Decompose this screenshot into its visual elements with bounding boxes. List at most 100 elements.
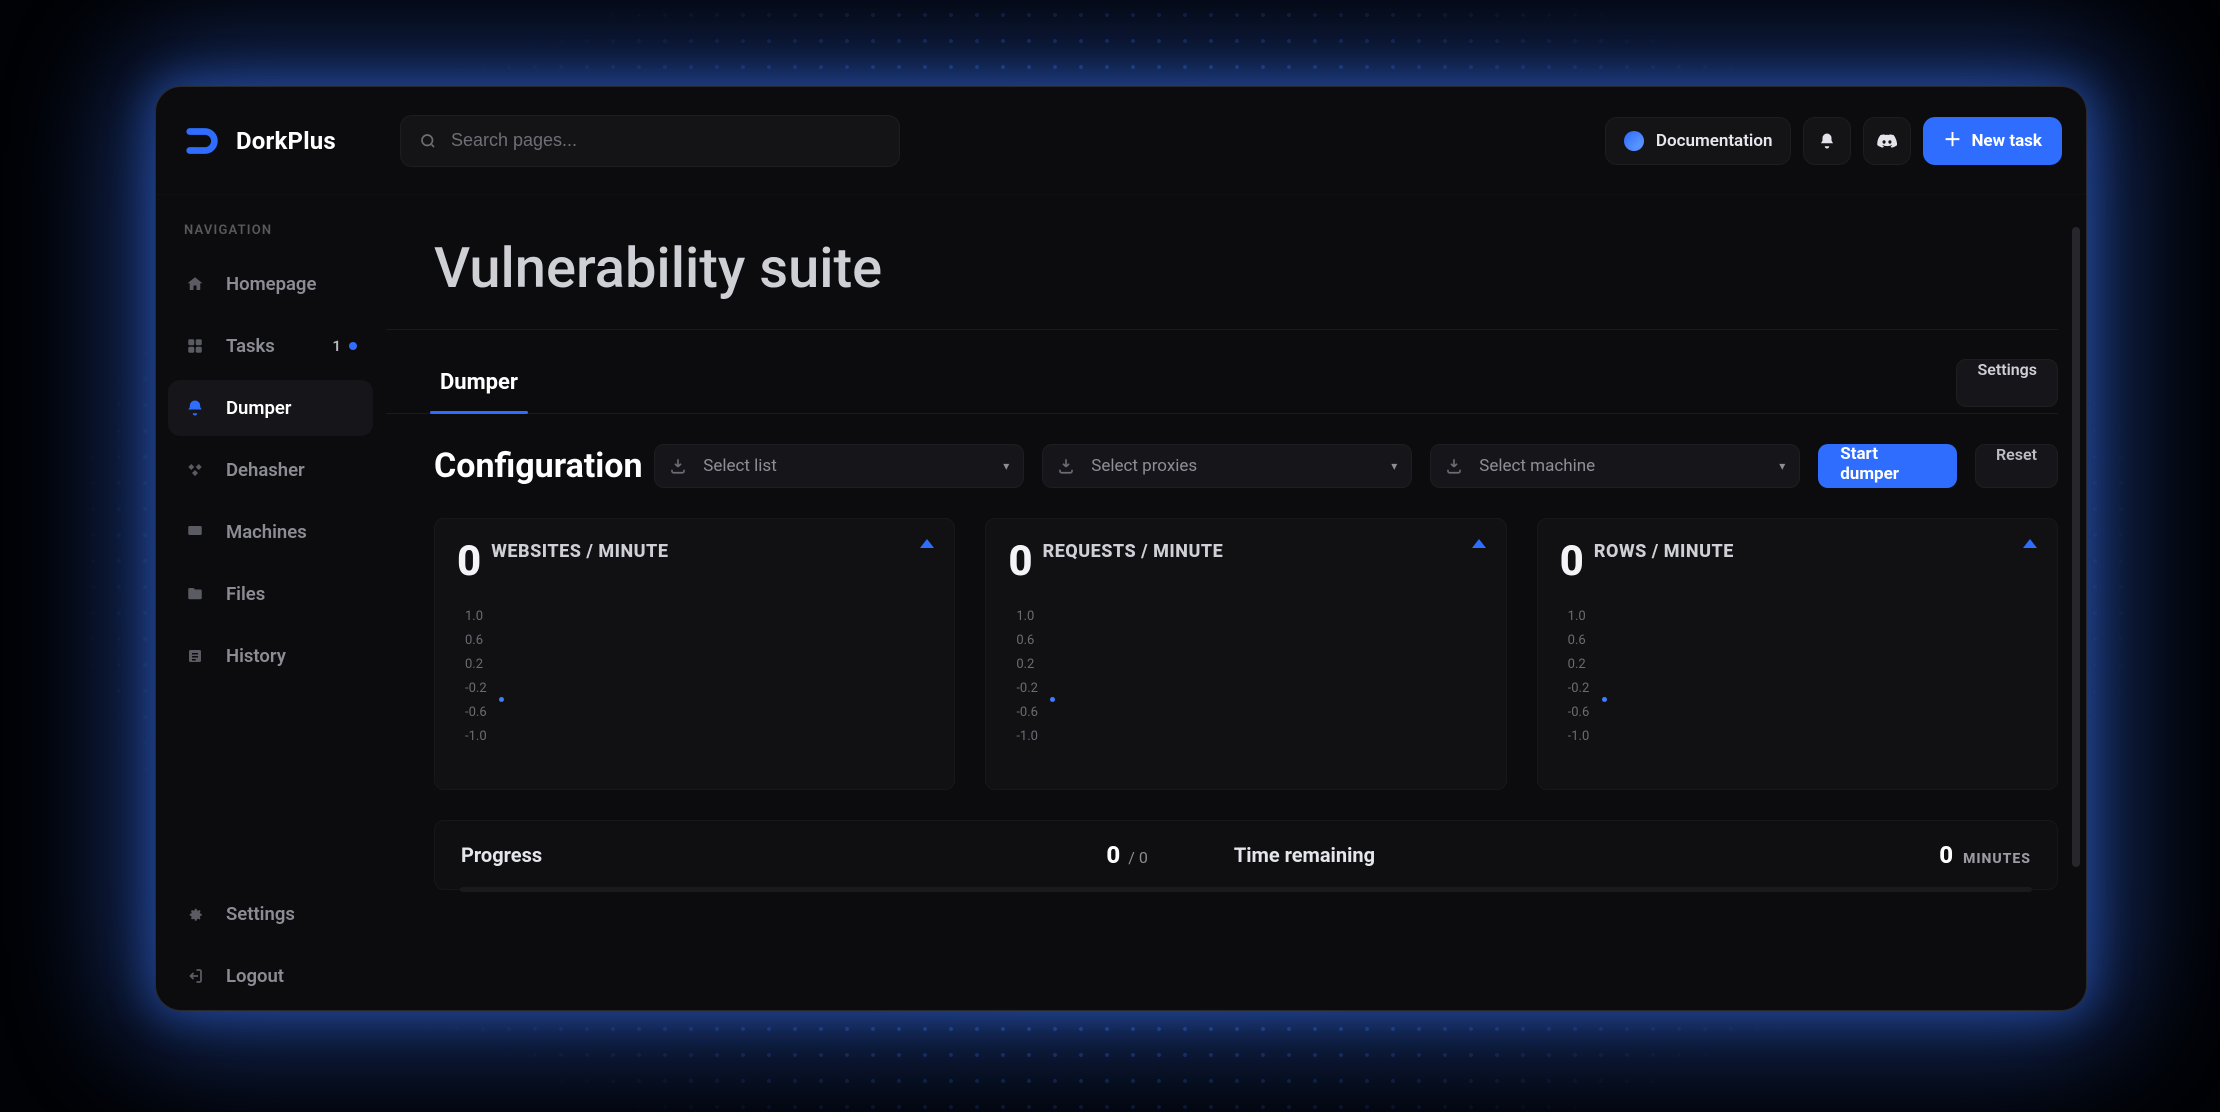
grid-icon	[184, 337, 206, 355]
discord-icon	[1877, 133, 1897, 149]
chevron-down-icon: ▾	[1003, 459, 1009, 473]
scrollbar-thumb[interactable]	[2072, 227, 2080, 867]
progress-panel: Progress 0 / 0 Time remaining 0 MINUTES	[434, 820, 2058, 890]
metric-cards: 0 WEBSITES / MINUTE 1.0 0.6 0.2 -0.2 -0.…	[434, 518, 2058, 790]
documentation-button[interactable]: Documentation	[1605, 117, 1792, 165]
gear-icon	[184, 905, 206, 923]
select-machine-dropdown[interactable]: Select machine ▾	[1430, 444, 1800, 488]
sidebar-item-label: Homepage	[226, 273, 316, 295]
configuration-title: Configuration	[434, 446, 630, 486]
reset-label: Reset	[1996, 445, 2037, 464]
sidebar: NAVIGATION Homepage Tasks	[156, 195, 386, 1010]
axis-tick: -1.0	[1016, 729, 1483, 745]
configuration-row: Configuration Select list ▾ Select proxi…	[434, 444, 2058, 488]
metric-value: 0	[457, 541, 481, 583]
axis-tick: -0.6	[1568, 705, 2035, 721]
y-axis-ticks: 1.0 0.6 0.2 -0.2 -0.6 -1.0	[1560, 609, 2035, 745]
divider	[386, 413, 2058, 414]
card-rows-per-minute: 0 ROWS / MINUTE 1.0 0.6 0.2 -0.2 -0.6 -1…	[1537, 518, 2058, 790]
notifications-button[interactable]	[1803, 117, 1851, 165]
documentation-label: Documentation	[1656, 131, 1773, 151]
bell-icon	[1818, 132, 1836, 150]
sidebar-item-machines[interactable]: Machines	[168, 504, 373, 560]
data-point-icon	[499, 697, 504, 702]
select-machine-label: Select machine	[1479, 456, 1595, 476]
start-dumper-button[interactable]: Start dumper	[1818, 444, 1957, 488]
sidebar-item-label: History	[226, 645, 286, 667]
sidebar-item-label: Dumper	[226, 397, 291, 419]
topbar-actions: Documentation ＋ New task	[1605, 117, 2062, 165]
sidebar-section-label: NAVIGATION	[156, 217, 385, 256]
select-proxies-label: Select proxies	[1091, 456, 1197, 476]
page-title: Vulnerability suite	[434, 217, 2058, 329]
metric-label: REQUESTS / MINUTE	[1043, 541, 1224, 562]
tabbar: Dumper Settings	[434, 352, 2058, 413]
home-icon	[184, 275, 206, 293]
sidebar-item-homepage[interactable]: Homepage	[168, 256, 373, 312]
new-task-button[interactable]: ＋ New task	[1923, 117, 2062, 165]
folder-icon	[184, 585, 206, 603]
y-axis-ticks: 1.0 0.6 0.2 -0.2 -0.6 -1.0	[457, 609, 932, 745]
tasks-badge: 1	[332, 337, 357, 355]
settings-button[interactable]: Settings	[1956, 359, 2058, 407]
sidebar-item-dumper[interactable]: Dumper	[168, 380, 373, 436]
metric-value: 0	[1560, 541, 1584, 583]
tasks-count: 1	[332, 337, 341, 355]
chevron-down-icon: ▾	[1391, 459, 1397, 473]
sidebar-item-files[interactable]: Files	[168, 566, 373, 622]
search-icon	[419, 132, 437, 150]
select-proxies-dropdown[interactable]: Select proxies ▾	[1042, 444, 1412, 488]
sidebar-item-settings[interactable]: Settings	[168, 886, 373, 942]
hash-icon	[184, 461, 206, 479]
progress-value: 0 / 0	[1106, 841, 1147, 869]
divider	[386, 329, 2058, 330]
brand-name: DorkPlus	[236, 127, 336, 155]
download-icon	[1445, 457, 1463, 475]
settings-label: Settings	[1977, 360, 2037, 379]
progress-total: / 0	[1128, 848, 1148, 867]
monitor-icon	[184, 523, 206, 541]
sidebar-item-history[interactable]: History	[168, 628, 373, 684]
progress-bar	[460, 887, 2032, 892]
axis-tick: -1.0	[465, 729, 932, 745]
sidebar-item-dehasher[interactable]: Dehasher	[168, 442, 373, 498]
axis-tick: -0.6	[1016, 705, 1483, 721]
discord-button[interactable]	[1863, 117, 1911, 165]
triangle-up-icon	[920, 539, 934, 548]
y-axis-ticks: 1.0 0.6 0.2 -0.2 -0.6 -1.0	[1008, 609, 1483, 745]
select-list-dropdown[interactable]: Select list ▾	[654, 444, 1024, 488]
select-list-label: Select list	[703, 456, 777, 476]
axis-tick: -0.2	[1568, 681, 2035, 697]
axis-tick: 1.0	[1568, 609, 2035, 625]
brand-logo-icon	[184, 122, 222, 160]
tab-dumper[interactable]: Dumper	[434, 352, 524, 413]
sidebar-item-label: Dehasher	[226, 459, 305, 481]
metric-label: WEBSITES / MINUTE	[491, 541, 668, 562]
reset-button[interactable]: Reset	[1975, 444, 2058, 488]
axis-tick: 0.2	[1568, 657, 2035, 673]
search-input[interactable]	[451, 130, 881, 151]
card-requests-per-minute: 0 REQUESTS / MINUTE 1.0 0.6 0.2 -0.2 -0.…	[985, 518, 1506, 790]
metric-value: 0	[1008, 541, 1032, 583]
progress-label: Progress	[461, 843, 542, 867]
start-dumper-label: Start dumper	[1840, 444, 1899, 484]
sidebar-item-label: Machines	[226, 521, 307, 543]
triangle-up-icon	[2023, 539, 2037, 548]
axis-tick: -1.0	[1568, 729, 2035, 745]
brand: DorkPlus	[184, 122, 336, 160]
axis-tick: 1.0	[1016, 609, 1483, 625]
sidebar-item-tasks[interactable]: Tasks 1	[168, 318, 373, 374]
axis-tick: -0.2	[465, 681, 932, 697]
tab-label: Dumper	[440, 370, 518, 395]
app-window: DorkPlus Documentation	[155, 86, 2087, 1011]
main-content: Vulnerability suite Dumper Settings Conf…	[386, 195, 2086, 1010]
sidebar-item-logout[interactable]: Logout	[168, 948, 373, 1004]
download-icon	[669, 457, 687, 475]
globe-icon	[1624, 131, 1644, 151]
logout-icon	[184, 967, 206, 985]
axis-tick: -0.6	[465, 705, 932, 721]
time-unit: MINUTES	[1963, 851, 2031, 867]
download-icon	[1057, 457, 1075, 475]
database-icon	[184, 399, 206, 417]
search-field[interactable]	[400, 115, 900, 167]
